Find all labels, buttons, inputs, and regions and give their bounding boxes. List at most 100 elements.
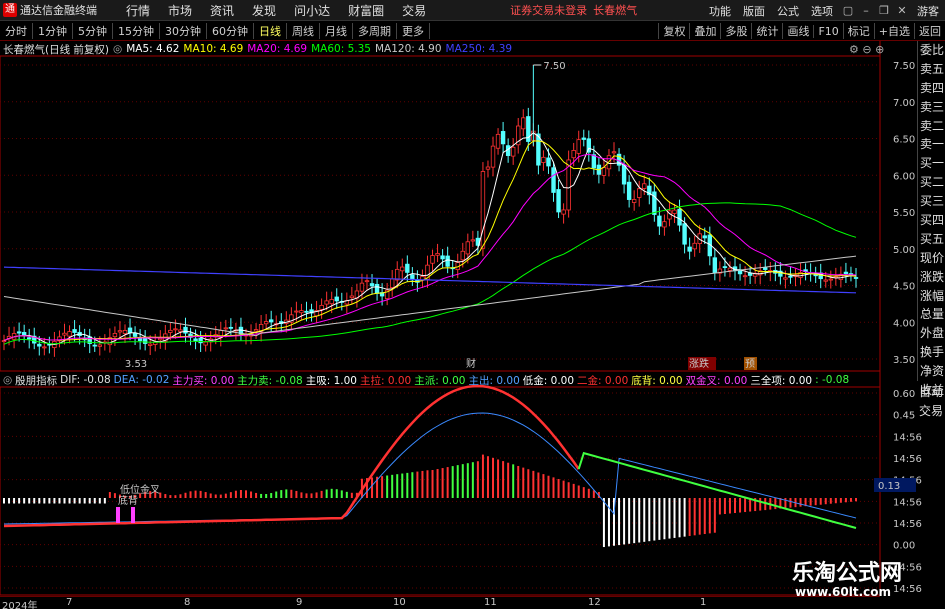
trade-login-notice[interactable]: 证券交易未登录 (510, 2, 587, 18)
side-item[interactable]: 买二 (918, 173, 945, 192)
candle-body (828, 278, 833, 281)
side-item[interactable]: 卖一 (918, 135, 945, 154)
zoom-out-icon[interactable]: ⊖ (862, 43, 871, 56)
tool-tongji[interactable]: 统计 (751, 23, 782, 39)
menu-xuanxiang[interactable]: 选项 (805, 3, 839, 19)
side-item[interactable]: 买一 (918, 154, 945, 173)
side-item[interactable]: 涨幅 (918, 287, 945, 306)
menu-gongshi[interactable]: 公式 (771, 3, 805, 19)
menu-jiaoyi[interactable]: 交易 (393, 2, 435, 19)
period-15min[interactable]: 15分钟 (113, 22, 160, 39)
candle-body (823, 279, 828, 282)
candle-body (591, 154, 597, 169)
cai-marker: 财 (466, 357, 476, 370)
date-label: 9 (296, 597, 303, 608)
side-item-auto[interactable]: 交易 (917, 402, 945, 421)
period-30min[interactable]: 30分钟 (160, 22, 207, 39)
price-tick-label: 4.00 (893, 318, 915, 329)
side-item[interactable]: 卖五 (918, 60, 945, 79)
tool-f10[interactable]: F10 (813, 24, 842, 38)
period-more[interactable]: 更多 (397, 22, 430, 39)
tool-biaoji[interactable]: 标记 (842, 23, 874, 39)
period-fenshi[interactable]: 分时 (0, 22, 33, 39)
legend-sanquanxiang: 三全项: 0.00 (750, 374, 813, 387)
tool-fuquan[interactable]: 复权 (658, 23, 689, 39)
side-item[interactable]: 买四 (918, 211, 945, 230)
zoom-in-icon[interactable]: ⊕ (875, 43, 884, 56)
tool-diejia[interactable]: 叠加 (689, 23, 720, 39)
auto-trade-panel[interactable]: 自动 交易 (917, 383, 945, 423)
candle-body (662, 221, 667, 228)
legend-dea: DEA: -0.02 (113, 374, 170, 386)
side-item[interactable]: 卖四 (918, 79, 945, 98)
tool-duogu[interactable]: 多股 (720, 23, 751, 39)
legend-last: : -0.08 (815, 374, 850, 386)
kline-chart-area[interactable]: 7.50 7.00 6.50 6.00 5.50 5.00 4.50 4.00 3.50 0.60… (0, 41, 945, 596)
menu-caifuquan[interactable]: 财富圈 (339, 2, 393, 19)
side-item[interactable]: 买五 (918, 230, 945, 249)
legend-zhuchu: 主出: 0.00 (468, 374, 520, 387)
tool-huaxian[interactable]: 画线 (782, 23, 813, 39)
watermark-url: www.60lt.com (795, 585, 892, 599)
menu-hangqing[interactable]: 行情 (117, 2, 159, 19)
side-item[interactable]: 委比 (918, 41, 945, 60)
side-item[interactable]: 换手 (918, 343, 945, 362)
price-tick-label: 7.00 (893, 98, 915, 109)
candle-body (682, 223, 687, 245)
side-item[interactable]: 涨跌 (918, 268, 945, 287)
legend-settings-icon[interactable]: ◎ (113, 43, 122, 55)
user-guest[interactable]: 游客 (911, 3, 945, 19)
candle-body (37, 343, 42, 347)
side-item[interactable]: 卖三 (918, 98, 945, 117)
date-label: 11 (484, 597, 497, 608)
close-icon[interactable]: ✕ (893, 4, 911, 17)
candle-body (374, 283, 380, 294)
candle-body (657, 215, 662, 227)
side-item[interactable]: 买三 (918, 192, 945, 211)
date-axis: 2024年 7 8 9 10 11 12 1 (0, 596, 880, 609)
candle-body (1, 340, 7, 343)
menu-gongneng[interactable]: 功能 (703, 3, 737, 19)
side-item[interactable]: 总量 (918, 305, 945, 324)
minimize-icon[interactable]: – (857, 4, 875, 17)
period-1min[interactable]: 1分钟 (33, 22, 73, 39)
candle-body (637, 188, 642, 198)
candle-body (465, 241, 471, 255)
menu-wenxiaoda[interactable]: 问小达 (285, 2, 339, 19)
date-label: 2024年 (2, 601, 38, 609)
ma10-line (3, 140, 857, 342)
candle-body (148, 343, 153, 346)
restore-icon[interactable]: ❐ (875, 4, 893, 17)
side-item[interactable]: 外盘 (918, 324, 945, 343)
candle-body (137, 338, 143, 341)
indicator-tick-label: 14:56 (893, 519, 922, 530)
period-weekly[interactable]: 周线 (287, 22, 320, 39)
side-item[interactable]: 现价 (918, 249, 945, 268)
menu-shichang[interactable]: 市场 (159, 2, 201, 19)
period-multi[interactable]: 多周期 (353, 22, 397, 39)
menu-faxian[interactable]: 发现 (243, 2, 285, 19)
indicator-close-icon[interactable]: ◎ (3, 374, 12, 386)
period-monthly[interactable]: 月线 (320, 22, 353, 39)
dijincha-label: 低位金叉 (120, 483, 160, 496)
period-5min[interactable]: 5分钟 (73, 22, 113, 39)
period-60min[interactable]: 60分钟 (207, 22, 254, 39)
side-item-auto[interactable]: 自动 (917, 383, 945, 402)
skin-icon[interactable]: ▢ (839, 4, 857, 17)
candle-body (369, 283, 375, 287)
period-daily[interactable]: 日线 (254, 22, 287, 39)
candle-body (626, 181, 632, 200)
candle-body (510, 146, 516, 157)
candle-body (319, 304, 324, 310)
candle-body (546, 157, 551, 167)
menu-zixun[interactable]: 资讯 (201, 2, 243, 19)
tool-zixuan[interactable]: +自选 (873, 23, 914, 39)
side-item[interactable]: 卖二 (918, 117, 945, 136)
tool-fanhui[interactable]: 返回 (914, 23, 945, 39)
candle-body (722, 266, 728, 269)
settings-icon[interactable]: ⚙ (849, 43, 859, 56)
menu-banmian[interactable]: 版面 (737, 3, 771, 19)
right-menu: 功能 版面 公式 选项 ▢ – ❐ ✕ 游客 (703, 0, 945, 21)
candle-body (687, 246, 692, 252)
side-item[interactable]: 净资 (918, 362, 945, 381)
